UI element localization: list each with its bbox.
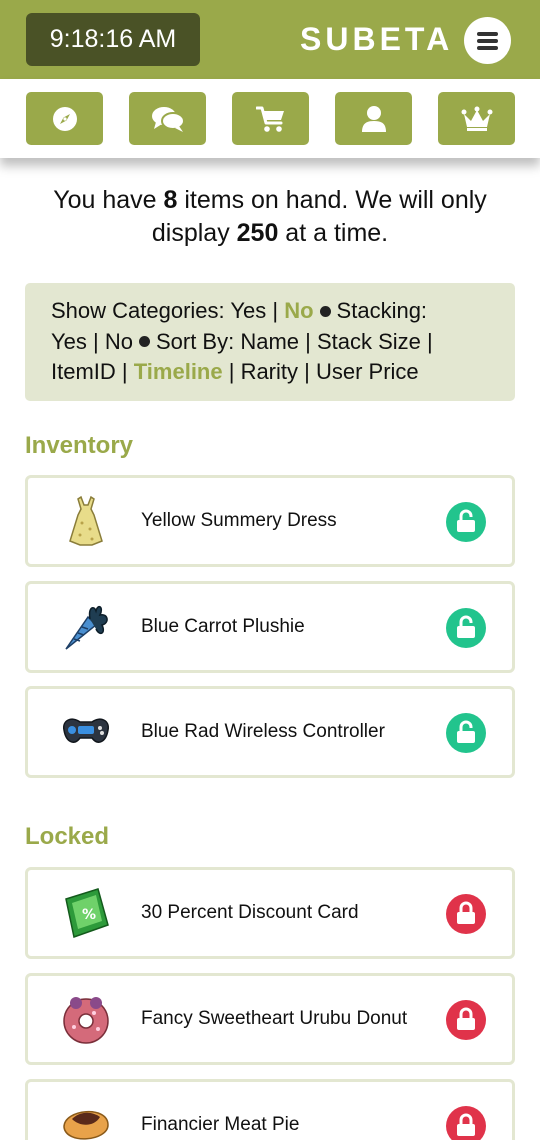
unlock-toggle-button[interactable] [446,713,486,753]
item-name[interactable]: Financier Meat Pie [141,1082,299,1140]
item-name[interactable]: 30 Percent Discount Card [141,870,359,956]
display-limit: 250 [236,219,279,247]
bullet-dot [138,336,150,348]
locked-padlock-icon [457,1007,475,1030]
bullet-dot [319,305,331,317]
show-categories-yes-link[interactable]: Yes [230,298,266,323]
item-name[interactable]: Blue Rad Wireless Controller [141,689,385,775]
nav-chat-button[interactable] [129,92,206,145]
unlocked-padlock-icon [457,615,475,638]
top-bar: 9:18:16 AM SUBETA [0,0,540,79]
summary-text: at a time. [278,219,389,247]
sort-itemid-link[interactable]: ItemID [51,359,116,384]
unlock-toggle-button[interactable] [446,608,486,648]
locked-heading: Locked [25,823,110,850]
separator: | [298,359,316,384]
site-logo[interactable]: SUBETA [300,19,453,59]
controller-icon [63,718,109,743]
user-icon [361,105,386,132]
show-categories-no-link[interactable]: No [284,298,313,323]
stacking-yes-link[interactable]: Yes [51,329,87,354]
menu-bar-icon [477,39,498,43]
donut-icon [63,997,109,1044]
lock-toggle-button[interactable] [446,1000,486,1040]
item-name[interactable]: Fancy Sweetheart Urubu Donut [141,976,407,1062]
locked-item-card[interactable]: Financier Meat Pie [25,1079,515,1140]
sort-rarity-link[interactable]: Rarity [241,359,298,384]
separator: | [266,298,285,323]
separator: | [299,328,317,354]
crown-icon [461,106,492,131]
separator: | [222,359,241,384]
lock-toggle-button[interactable] [446,1106,486,1140]
chat-bubbles-icon [151,106,185,132]
nav-premium-button[interactable] [438,92,515,145]
separator: | [420,328,433,354]
item-name[interactable]: Blue Carrot Plushie [141,584,305,670]
sort-user-price-link[interactable]: User Price [316,359,419,384]
carrot-plushie-icon [65,605,108,650]
nav-profile-button[interactable] [335,92,412,145]
locked-padlock-icon [457,901,475,924]
unlocked-padlock-icon [457,509,475,532]
locked-padlock-icon [457,1113,475,1136]
meat-pie-icon [63,1111,109,1140]
display-options-panel: Show Categories: Yes | No Stacking: Yes | … [25,283,515,401]
inventory-item-card[interactable]: Blue Rad Wireless Controller [25,686,515,778]
svg-text:%: % [82,907,96,923]
compass-icon [52,106,77,131]
item-name[interactable]: Yellow Summery Dress [141,478,337,564]
unlock-toggle-button[interactable] [446,502,486,542]
inventory-item-card[interactable]: Blue Carrot Plushie [25,581,515,673]
stacking-no-link[interactable]: No [105,329,133,354]
sort-timeline-link[interactable]: Timeline [134,359,223,384]
discount-card-icon: % [65,888,109,938]
summary-text: You have [53,186,164,214]
lock-toggle-button[interactable] [446,894,486,934]
separator: | [86,328,105,354]
shopping-cart-icon [255,106,284,132]
sort-by-label: Sort By: [155,328,241,354]
sort-stack-size-link[interactable]: Stack Size [317,329,421,354]
nav-shop-button[interactable] [232,92,309,145]
item-count: 8 [163,186,178,214]
sort-name-link[interactable]: Name [240,329,299,354]
menu-bar-icon [477,32,498,36]
inventory-summary: You have 8 items on hand. We will only d… [30,184,510,250]
inventory-item-card[interactable]: Yellow Summery Dress [25,475,515,567]
locked-item-card[interactable]: % 30 Percent Discount Card [25,867,515,959]
dress-icon [69,495,103,546]
separator: | [115,359,134,384]
inventory-heading: Inventory [25,432,134,459]
locked-item-card[interactable]: Fancy Sweetheart Urubu Donut [25,973,515,1065]
show-categories-label: Show Categories: [51,298,231,323]
hamburger-menu-button[interactable] [464,17,511,64]
unlocked-padlock-icon [457,720,475,743]
nav-bar [0,79,540,158]
nav-explore-button[interactable] [26,92,103,145]
stacking-label: Stacking: [336,298,428,323]
clock-display: 9:18:16 AM [26,13,200,66]
menu-bar-icon [477,46,498,50]
